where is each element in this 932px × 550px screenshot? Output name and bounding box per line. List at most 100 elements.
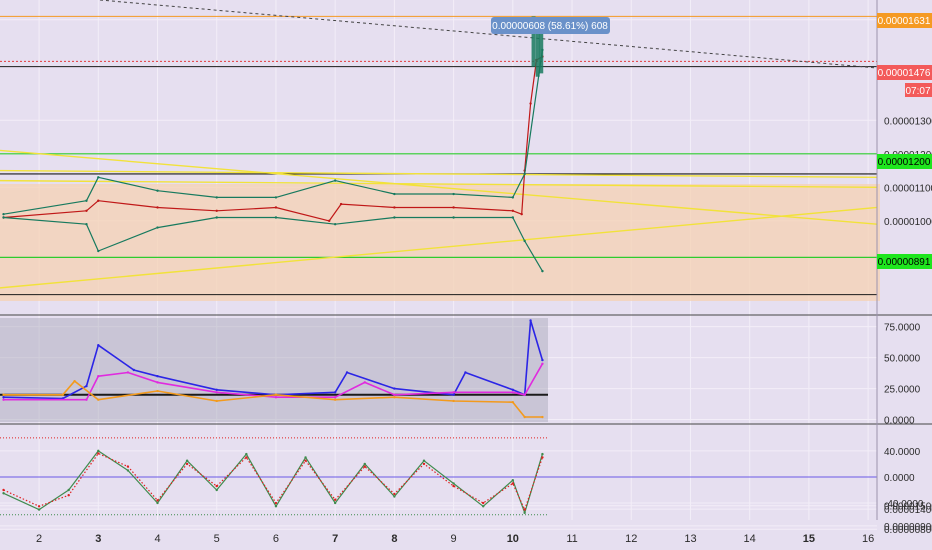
dmi-point-adx [464, 371, 467, 374]
stochastic-point-stoch_red [541, 456, 544, 459]
dmi-point-adx [2, 396, 5, 399]
price-point-bollinger [452, 216, 455, 219]
price-point-price [529, 102, 532, 105]
dmi-point-plus_di [452, 391, 455, 394]
x-tick-label: 14 [744, 533, 756, 545]
orange-price-zone [0, 184, 880, 301]
stochastic-point-stoch_green [393, 495, 396, 498]
dmi-point-minus_di [97, 398, 100, 401]
stochastic-point-stoch_red [523, 508, 526, 511]
y-tick-label-price: 0.00001000 [884, 217, 932, 228]
stochastic-point-stoch_green [245, 452, 248, 456]
price-point-bollinger [85, 199, 88, 202]
price-label-high[interactable]: 0.00001631 [877, 13, 932, 28]
x-tick-label: 2 [36, 533, 42, 545]
x-tick-label: 11 [566, 533, 577, 545]
dmi-point-adx [452, 393, 455, 396]
price-point-bollinger [523, 172, 526, 176]
price-point-bollinger [393, 216, 396, 219]
y-tick-label-price: 0.00001300 [884, 116, 932, 127]
chart-root: 0.000016000.000015000.000014000.00001300… [0, 0, 932, 550]
stochastic-point-stoch_red [422, 462, 426, 466]
y-tick-label-dmi: 50.0000 [884, 354, 921, 365]
price-label-support-upper[interactable]: 0.00001200 [877, 154, 932, 169]
price-point-bollinger [541, 269, 544, 273]
dmi-point-minus_di [61, 393, 64, 396]
dmi-point-minus_di [156, 389, 159, 393]
dmi-point-minus_di [511, 400, 515, 404]
price-point-bollinger [333, 179, 337, 182]
price-point-price [97, 199, 100, 202]
dmi-point-adx [215, 388, 218, 392]
stochastic-point-stoch_red [215, 484, 218, 488]
price-point-bollinger [274, 196, 278, 199]
y-tick-label-dmi: 25.0000 [884, 385, 921, 396]
dmi-point-minus_di [393, 396, 396, 399]
stochastic-point-stoch_green [363, 462, 366, 466]
dmi-point-adx [132, 368, 136, 372]
dmi-point-minus_di [73, 379, 76, 383]
y-tick-label-stochastic: -40.0000 [884, 499, 924, 510]
price-label-support-upper-text: 0.00001200 [878, 157, 931, 168]
y-tick-label-stochastic: 0.0000 [884, 473, 915, 484]
y-tick-label-stochastic: 40.0000 [884, 447, 921, 458]
price-point-bollinger [97, 249, 100, 253]
price-label-current[interactable]: 0.00001476 [877, 65, 932, 80]
stochastic-point-stoch_red [482, 501, 485, 505]
dmi-point-minus_di [523, 415, 526, 419]
dmi-point-adx [541, 358, 544, 362]
price-point-price [156, 206, 159, 209]
stochastic-point-stoch_green [156, 501, 159, 505]
dmi-point-adx [333, 391, 337, 394]
stochastic-point-stoch_red [393, 492, 396, 496]
stochastic-point-stoch_red [2, 488, 5, 492]
countdown-timer: 07:07 [905, 83, 932, 97]
price-label-support-lower[interactable]: 0.00000891 [877, 254, 932, 269]
dmi-highlight-zone [0, 318, 548, 422]
price-point-price [339, 202, 343, 206]
price-label-current-text: 0.00001476 [878, 68, 931, 79]
countdown-timer-text: 07:07 [905, 86, 930, 97]
price-point-price [393, 206, 396, 209]
dmi-point-adx [511, 388, 515, 392]
x-tick-label: 16 [862, 533, 874, 545]
stochastic-point-stoch_red [511, 482, 515, 485]
stochastic-point-stoch_green [422, 459, 426, 462]
dmi-point-plus_di [274, 396, 278, 399]
stochastic-point-stoch_green [274, 505, 278, 508]
price-point-bollinger [156, 189, 159, 192]
stochastic-point-stoch_green [126, 469, 130, 472]
stochastic-point-stoch_green [215, 488, 218, 492]
stochastic-point-stoch_green [2, 492, 5, 495]
dmi-point-plus_di [215, 391, 218, 394]
price-label-high-text: 0.00001631 [878, 16, 931, 27]
stochastic-point-stoch_red [363, 465, 366, 468]
stochastic-point-stoch_green [37, 508, 41, 511]
y-tick-label-price: 0.00000800 [884, 525, 932, 536]
stochastic-point-stoch_red [274, 501, 278, 505]
y-tick-label-dmi: 75.0000 [884, 323, 921, 334]
dmi-point-plus_di [126, 371, 130, 374]
dmi-point-adx [97, 344, 100, 347]
x-tick-label: 7 [332, 533, 338, 545]
price-point-bollinger [523, 239, 526, 243]
price-point-price [452, 206, 455, 209]
stochastic-point-stoch_green [97, 449, 100, 453]
stochastic-point-stoch_green [333, 501, 337, 505]
dmi-point-adx [345, 371, 349, 374]
x-tick-label: 12 [625, 533, 637, 545]
stochastic-point-stoch_green [185, 459, 189, 462]
stochastic-point-stoch_green [304, 456, 307, 459]
price-point-bollinger [274, 216, 278, 219]
dmi-point-plus_di [2, 398, 5, 401]
dmi-point-adx [85, 384, 88, 388]
price-point-price [274, 206, 278, 209]
dmi-point-plus_di [97, 374, 100, 378]
price-point-bollinger [156, 226, 159, 229]
tooltip-text: 0.00000608 (58.61%) 608 [492, 21, 608, 32]
price-point-price [520, 212, 523, 216]
price-point-price [85, 209, 88, 213]
stochastic-point-stoch_red [67, 494, 70, 497]
x-tick-label: 9 [451, 533, 457, 545]
dmi-point-plus_di [541, 362, 544, 366]
